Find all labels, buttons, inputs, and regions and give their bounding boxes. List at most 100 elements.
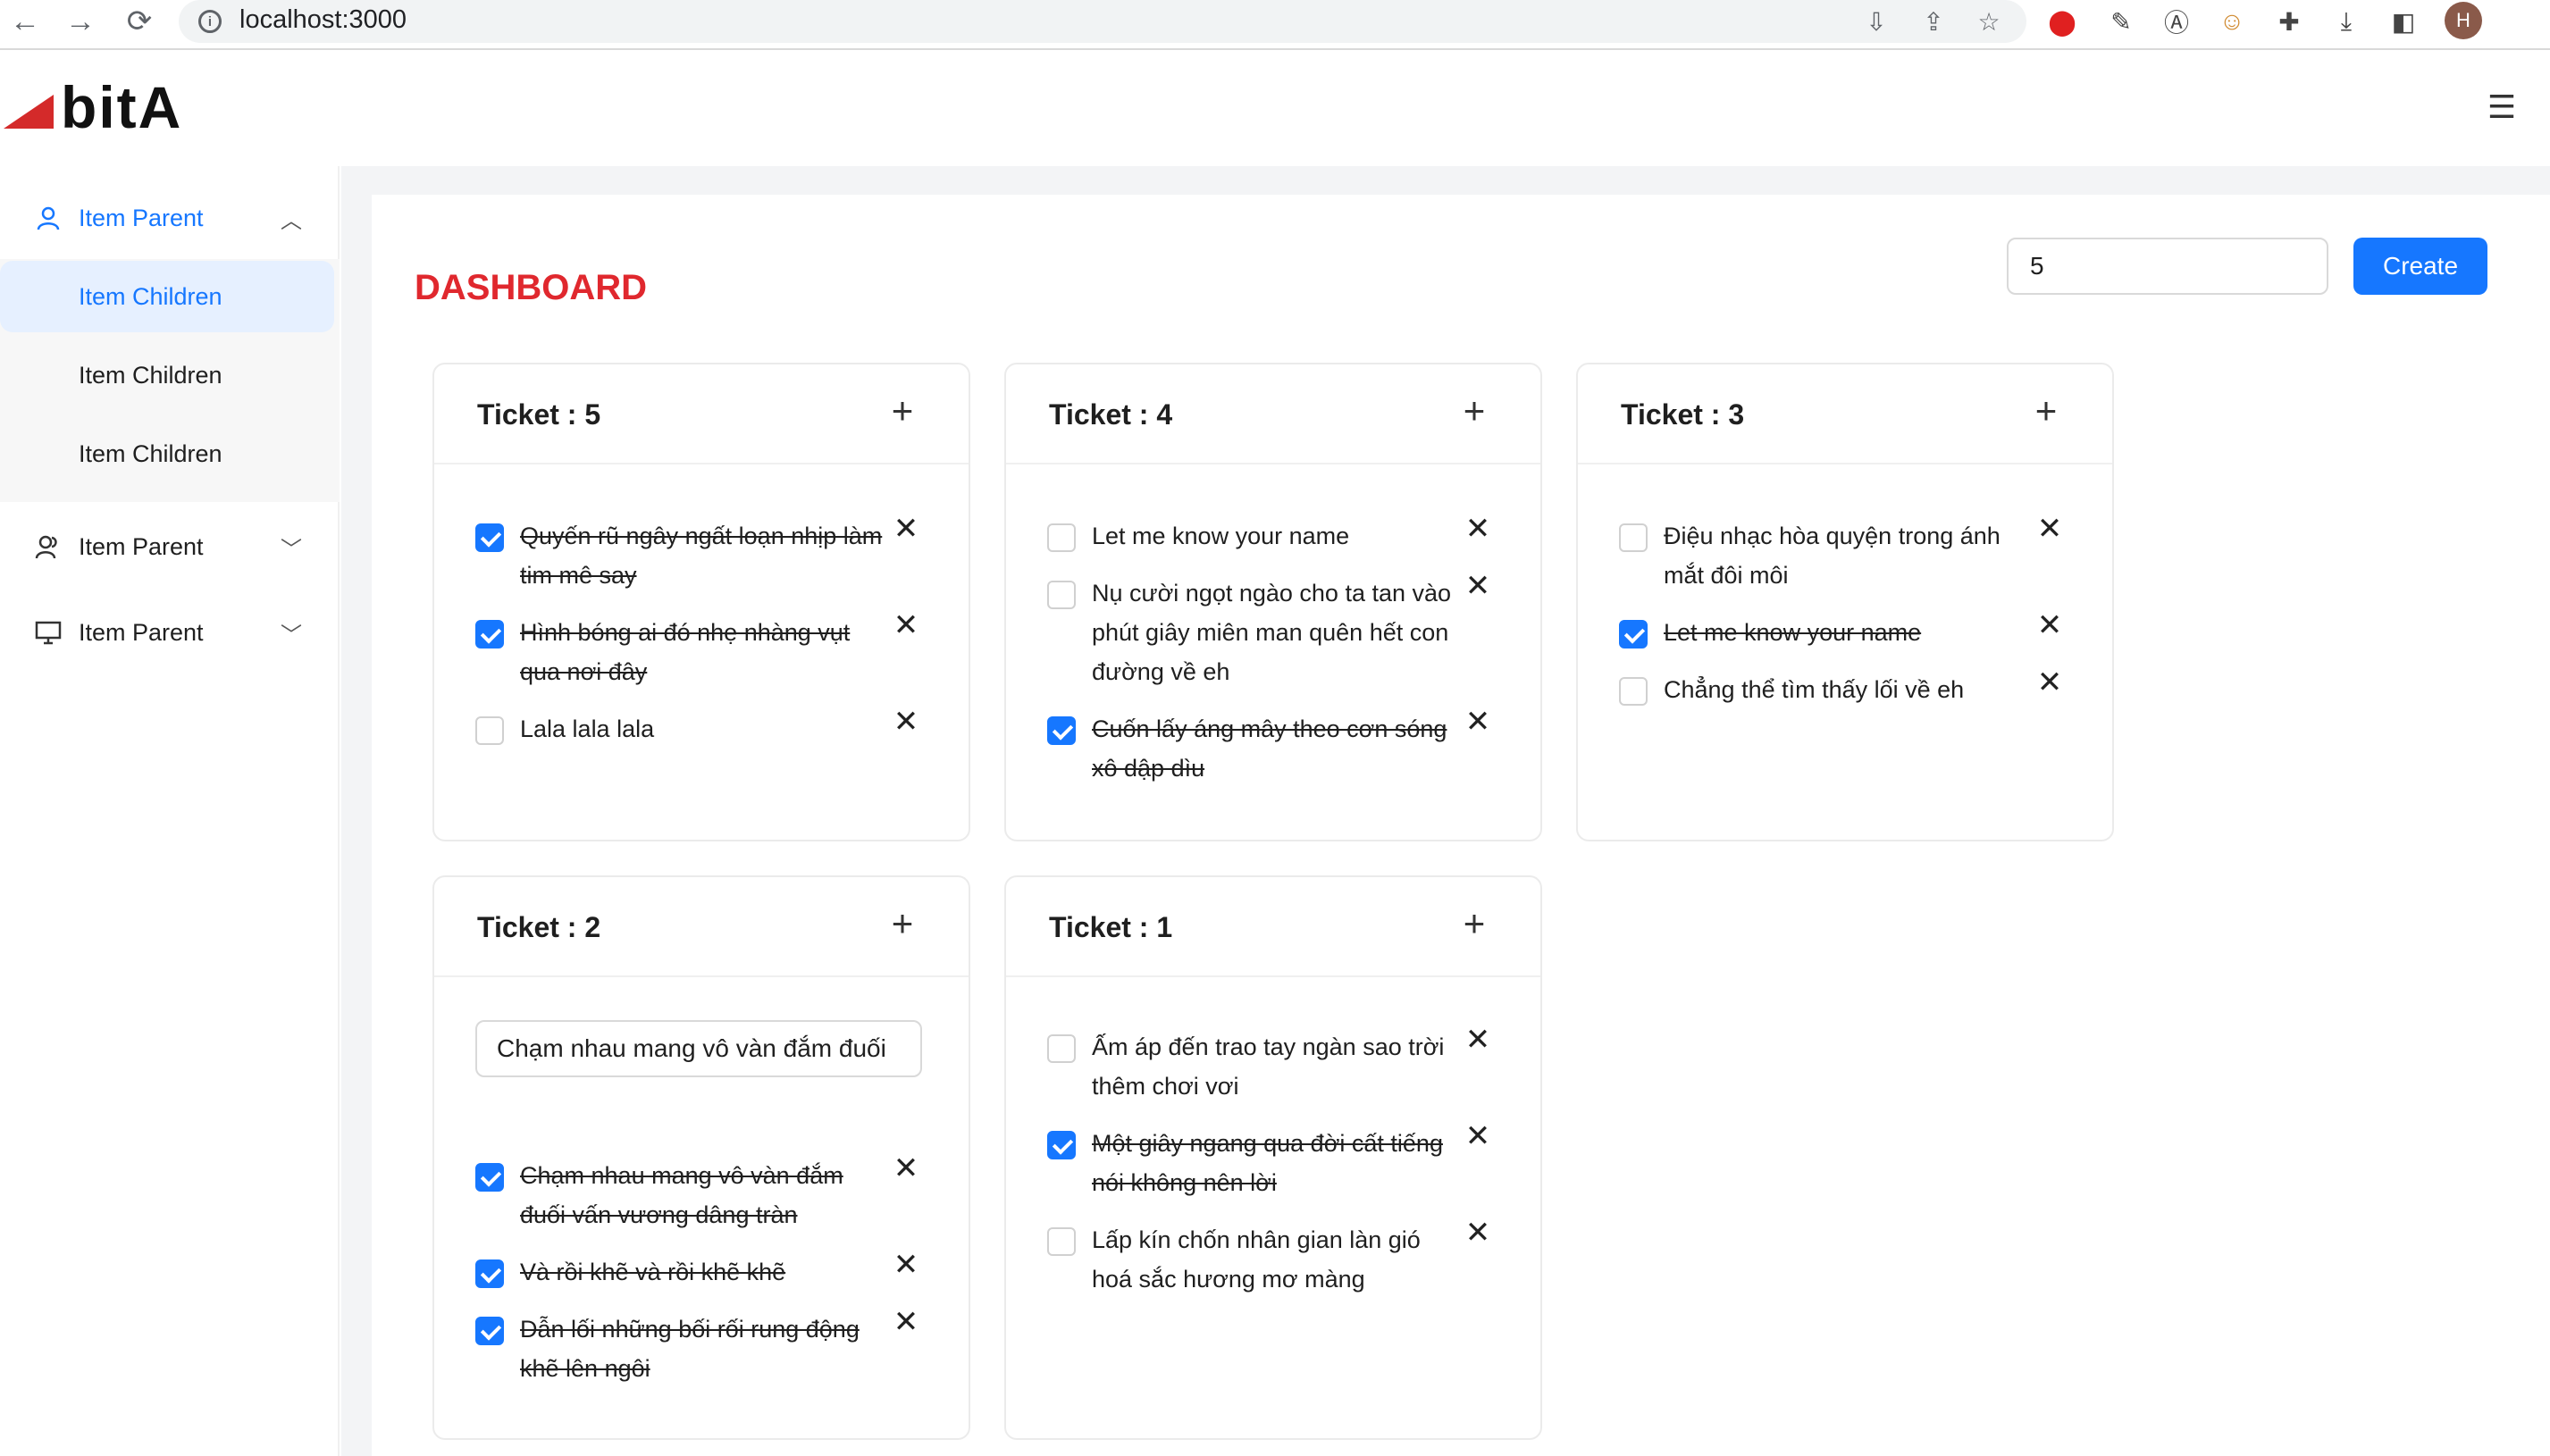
- delete-todo-icon[interactable]: ✕: [888, 1247, 924, 1283]
- sidebar-item-label: Item Parent: [79, 204, 204, 231]
- add-todo-icon[interactable]: +: [1453, 389, 1496, 432]
- delete-todo-icon[interactable]: ✕: [2032, 607, 2068, 643]
- sidebar-item-parent-1[interactable]: Item Parent ︿: [0, 179, 340, 257]
- add-todo-icon[interactable]: +: [881, 389, 924, 432]
- reload-icon[interactable]: ⟳: [120, 2, 159, 41]
- todo-checkbox[interactable]: [475, 1317, 504, 1345]
- todo-text: Một giây ngang qua đời cất tiếng nói khô…: [1092, 1130, 1443, 1196]
- chevron-down-icon: ﹀: [281, 537, 302, 562]
- logo-triangle-icon: [4, 95, 54, 129]
- ticket-title: Ticket : 4: [1049, 398, 1173, 431]
- sidebar-item-parent-3[interactable]: Item Parent ﹀: [0, 593, 340, 672]
- users-icon: [32, 531, 64, 563]
- logo-text: bitA: [61, 74, 183, 140]
- delete-todo-icon[interactable]: ✕: [1460, 1215, 1496, 1251]
- sidebar-item-children-1[interactable]: Item Children: [0, 261, 334, 332]
- todo-text: Cuốn lấy áng mây theo cơn sóng xô dập dì…: [1092, 715, 1447, 782]
- page-title: DASHBOARD: [415, 268, 647, 307]
- new-todo-input[interactable]: [475, 1020, 922, 1077]
- sidebar-item-label: Item Parent: [79, 618, 204, 646]
- download-icon[interactable]: ⤓: [2327, 2, 2366, 41]
- delete-todo-icon[interactable]: ✕: [2032, 665, 2068, 700]
- delete-todo-icon[interactable]: ✕: [1460, 1022, 1496, 1058]
- delete-todo-icon[interactable]: ✕: [888, 607, 924, 643]
- opera-extension-icon[interactable]: ⬤: [2043, 2, 2082, 41]
- todo-checkbox[interactable]: [475, 1163, 504, 1192]
- sidebar-item-parent-2[interactable]: Item Parent ﹀: [0, 507, 340, 586]
- share-icon[interactable]: ⇪: [1916, 4, 1951, 39]
- todo-text: Ấm áp đến trao tay ngàn sao trời thêm ch…: [1092, 1033, 1445, 1100]
- app-header: bitA ☰: [0, 52, 2550, 166]
- ticket-title: Ticket : 2: [477, 911, 601, 943]
- side-panel-icon[interactable]: ◧: [2384, 2, 2423, 41]
- sidebar-item-label: Item Children: [79, 282, 222, 310]
- profile-avatar[interactable]: H: [2445, 2, 2482, 39]
- delete-todo-icon[interactable]: ✕: [1460, 511, 1496, 547]
- delete-todo-icon[interactable]: ✕: [2032, 511, 2068, 547]
- ticket-title: Ticket : 3: [1621, 398, 1745, 431]
- todo-text: Điệu nhạc hòa quyện trong ánh mắt đôi mô…: [1664, 523, 2001, 589]
- sidebar-item-children-2[interactable]: Item Children: [0, 339, 334, 411]
- site-info-icon[interactable]: i: [198, 10, 222, 33]
- todo-text: Quyến rũ ngây ngất loạn nhịp làm tim mê …: [520, 523, 883, 589]
- add-todo-icon[interactable]: +: [881, 902, 924, 945]
- todo-text: Nụ cười ngọt ngào cho ta tan vào phút gi…: [1092, 580, 1452, 685]
- todo-checkbox[interactable]: [475, 1259, 504, 1288]
- delete-todo-icon[interactable]: ✕: [888, 1304, 924, 1340]
- todo-checkbox[interactable]: [1047, 1131, 1076, 1159]
- delete-todo-icon[interactable]: ✕: [888, 511, 924, 547]
- sidebar: Item Parent ︿ Item Children Item Childre…: [0, 166, 340, 1456]
- ticket-card-header: Ticket : 3 +: [1578, 364, 2112, 464]
- address-bar[interactable]: i localhost:3000 ⇩ ⇪ ☆: [179, 0, 2026, 43]
- bookmark-star-icon[interactable]: ☆: [1971, 4, 2007, 39]
- sidebar-item-children-3[interactable]: Item Children: [0, 418, 334, 490]
- ticket-card: Ticket : 3 + Điệu nhạc hòa quyện trong á…: [1576, 363, 2114, 841]
- todo-checkbox[interactable]: [1047, 1227, 1076, 1256]
- delete-todo-icon[interactable]: ✕: [1460, 704, 1496, 740]
- ticket-card-header: Ticket : 5 +: [434, 364, 969, 464]
- todo-checkbox[interactable]: [475, 620, 504, 649]
- delete-todo-icon[interactable]: ✕: [888, 1151, 924, 1186]
- delete-todo-icon[interactable]: ✕: [888, 704, 924, 740]
- todo-checkbox[interactable]: [1047, 1034, 1076, 1063]
- ticket-title: Ticket : 5: [477, 398, 601, 431]
- todo-checkbox[interactable]: [475, 716, 504, 745]
- puzzle-extensions-icon[interactable]: ✚: [2269, 2, 2309, 41]
- sidebar-item-label: Item Children: [79, 439, 222, 467]
- todo-checkbox[interactable]: [1619, 620, 1648, 649]
- eyedropper-extension-icon[interactable]: ✎: [2101, 2, 2141, 41]
- menu-fold-icon[interactable]: ☰: [2484, 88, 2520, 125]
- back-icon[interactable]: ←: [5, 2, 45, 41]
- add-todo-icon[interactable]: +: [1453, 902, 1496, 945]
- add-todo-icon[interactable]: +: [2025, 389, 2068, 432]
- todo-checkbox[interactable]: [1619, 677, 1648, 706]
- ticket-card-header: Ticket : 4 +: [1006, 364, 1540, 464]
- chevron-down-icon: ﹀: [281, 623, 302, 648]
- submenu: Item Children Item Children Item Childre…: [0, 259, 340, 502]
- delete-todo-icon[interactable]: ✕: [1460, 1118, 1496, 1154]
- user-icon: [32, 202, 64, 234]
- delete-todo-icon[interactable]: ✕: [1460, 568, 1496, 604]
- font-extension-icon[interactable]: Ⓐ: [2157, 2, 2196, 41]
- logo[interactable]: bitA: [4, 74, 183, 140]
- create-button[interactable]: Create: [2353, 238, 2487, 295]
- ticket-card-header: Ticket : 2 +: [434, 877, 969, 977]
- ticket-card: Ticket : 4 + Let me know your name ✕ Nụ …: [1004, 363, 1542, 841]
- todo-checkbox[interactable]: [1047, 716, 1076, 745]
- todo-text: Chạm nhau mang vô vàn đắm đuối vấn vương…: [520, 1162, 843, 1228]
- todo-text: Chẳng thể tìm thấy lối về eh: [1664, 676, 1965, 703]
- ticket-title: Ticket : 1: [1049, 911, 1173, 943]
- todo-checkbox[interactable]: [1047, 581, 1076, 609]
- emoji-extension-icon[interactable]: ☺: [2212, 2, 2252, 41]
- install-icon[interactable]: ⇩: [1858, 4, 1894, 39]
- ticket-card: Ticket : 5 + Quyến rũ ngây ngất loạn nhị…: [432, 363, 970, 841]
- ticket-card: Ticket : 1 + Ấm áp đến trao tay ngàn sao…: [1004, 875, 1542, 1440]
- chevron-up-icon: ︿: [281, 208, 302, 233]
- url-text[interactable]: localhost:3000: [239, 5, 407, 35]
- ticket-count-input[interactable]: [2007, 238, 2328, 295]
- browser-toolbar: ← → ⟳ i localhost:3000 ⇩ ⇪ ☆ ⬤ ✎ Ⓐ ☺ ✚ ⤓…: [0, 0, 2550, 50]
- todo-checkbox[interactable]: [1047, 523, 1076, 552]
- todo-checkbox[interactable]: [475, 523, 504, 552]
- forward-icon[interactable]: →: [61, 2, 100, 41]
- todo-checkbox[interactable]: [1619, 523, 1648, 552]
